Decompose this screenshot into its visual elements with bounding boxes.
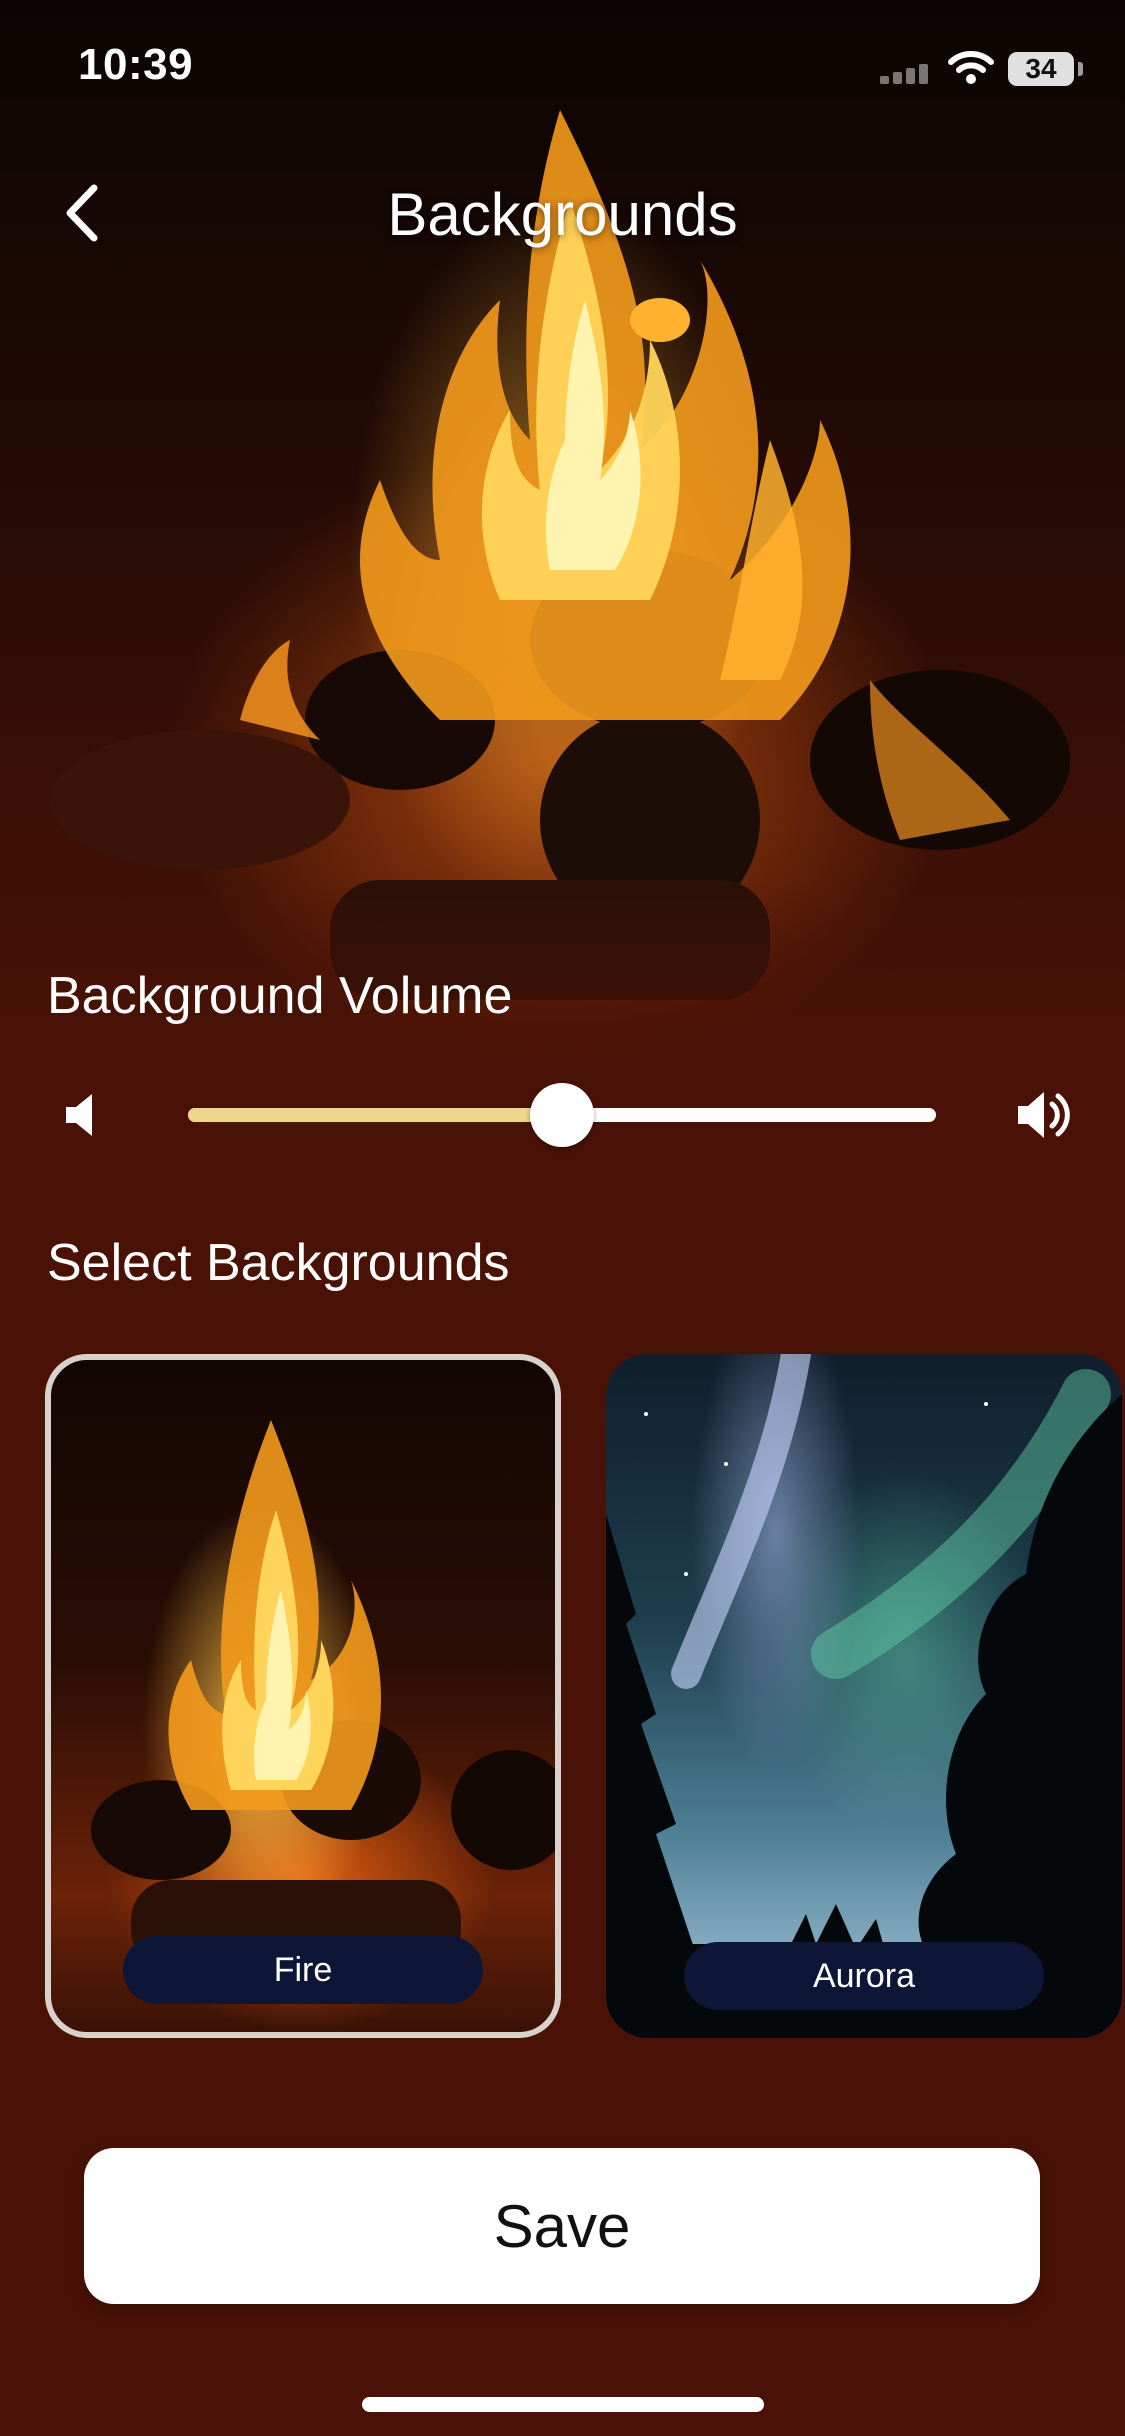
battery-icon: 34 xyxy=(1008,52,1074,86)
volume-slider-fill xyxy=(188,1108,562,1122)
save-button[interactable]: Save xyxy=(84,2148,1040,2304)
status-time: 10:39 xyxy=(78,40,194,89)
battery-tip xyxy=(1078,62,1083,76)
volume-slider[interactable] xyxy=(188,1083,936,1147)
speaker-high-icon[interactable] xyxy=(1014,1084,1076,1146)
wifi-icon xyxy=(948,51,994,84)
cellular-signal-icon xyxy=(880,62,932,84)
speaker-low-icon[interactable] xyxy=(62,1090,102,1140)
background-card-fire-label: Fire xyxy=(123,1936,483,2004)
background-card-fire[interactable]: Fire xyxy=(45,1354,561,2038)
page-title: Backgrounds xyxy=(387,181,738,248)
volume-label: Background Volume xyxy=(47,967,513,1025)
background-card-aurora[interactable]: Aurora xyxy=(606,1354,1122,2038)
volume-slider-thumb[interactable] xyxy=(530,1083,594,1147)
home-indicator xyxy=(362,2397,764,2412)
select-backgrounds-label: Select Backgrounds xyxy=(47,1234,510,1292)
background-card-aurora-label: Aurora xyxy=(684,1942,1044,2010)
